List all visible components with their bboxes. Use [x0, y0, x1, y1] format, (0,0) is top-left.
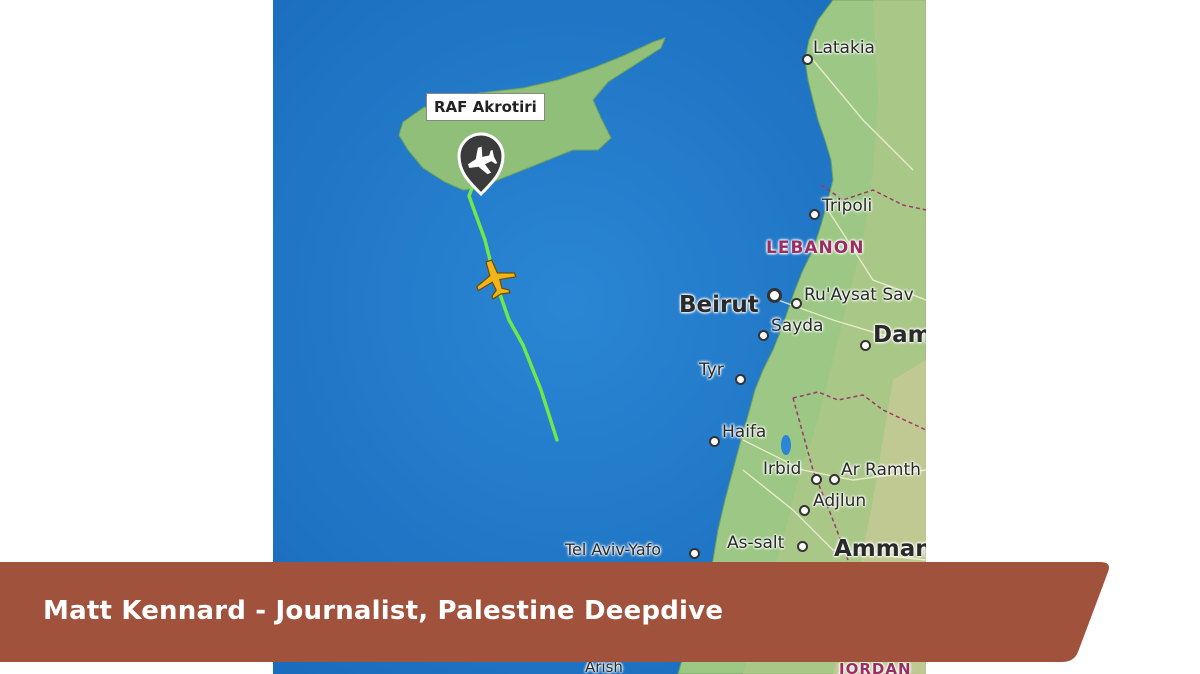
- damascus-label: Dam: [873, 322, 926, 348]
- irbid-label: Irbid: [763, 459, 802, 479]
- latakia-label: Latakia: [813, 38, 875, 58]
- ruaysat-label: Ru'Aysat Sav: [804, 285, 914, 305]
- haifa-label: Haifa: [722, 422, 767, 442]
- sayda-dot: [758, 330, 769, 341]
- tripoli-label: Tripoli: [822, 196, 873, 216]
- arish-label: Arish: [585, 658, 623, 674]
- channel-logo: [1068, 30, 1176, 88]
- lebanon-label: LEBANON: [766, 238, 865, 258]
- sea-of-galilee: [781, 435, 791, 455]
- as-salt-dot: [797, 541, 808, 552]
- as-salt-label: As-salt: [727, 533, 785, 553]
- haifa-dot: [709, 436, 720, 447]
- irbid-dot: [811, 474, 822, 485]
- beirut-dot: [767, 288, 782, 303]
- speaker-caption: Matt Kennard - Journalist, Palestine Dee…: [43, 596, 724, 626]
- airport-label[interactable]: RAF Akrotiri: [426, 93, 545, 121]
- ruaysat-dot: [791, 298, 802, 309]
- ar-ramtha-label: Ar Ramth: [841, 460, 921, 480]
- tyr-dot: [735, 374, 746, 385]
- tel-aviv-label: Tel Aviv-Yafo: [565, 540, 662, 559]
- amman-label: Amman: [834, 536, 926, 562]
- adjlun-label: Adjlun: [813, 491, 867, 511]
- ar-ramtha-dot: [829, 474, 840, 485]
- beirut-label: Beirut: [679, 292, 759, 318]
- tripoli-dot: [809, 209, 820, 220]
- tel-aviv-dot: [689, 548, 700, 559]
- latakia-dot: [802, 54, 813, 65]
- tyr-label: Tyr: [699, 360, 724, 380]
- jordan-label: JORDAN: [839, 660, 912, 674]
- adjlun-dot: [799, 505, 810, 516]
- damascus-dot: [860, 340, 871, 351]
- sayda-label: Sayda: [771, 316, 824, 336]
